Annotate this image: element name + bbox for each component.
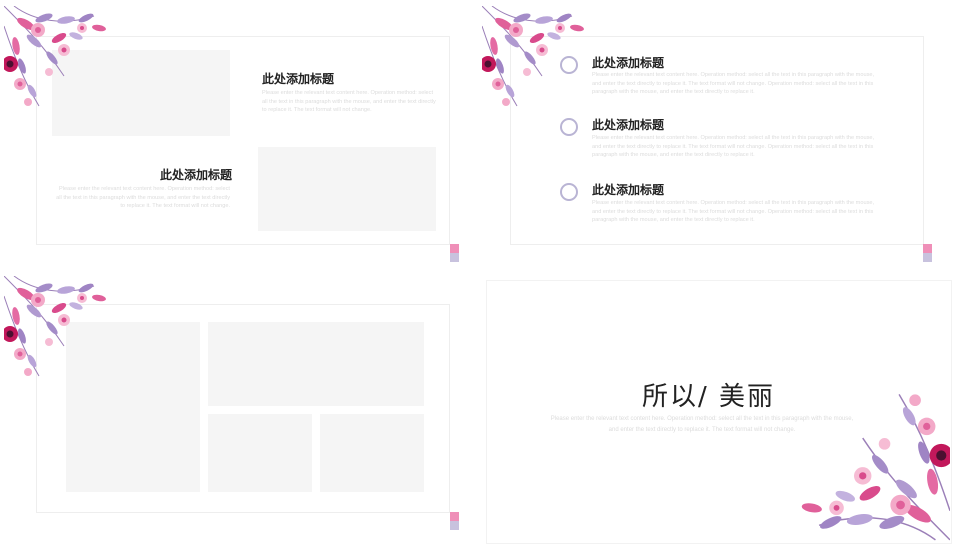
accent-square-lavender: [450, 521, 459, 530]
image-placeholder[interactable]: [320, 414, 424, 492]
image-placeholder[interactable]: [258, 147, 436, 231]
item-body: Please enter the relevant text content h…: [592, 135, 875, 158]
section-title: 此处添加标题: [262, 72, 335, 86]
item-body: Please enter the relevant text content h…: [592, 72, 875, 95]
section-body: Please enter the relevant text content h…: [262, 90, 436, 113]
accent-square-pink: [450, 244, 459, 253]
item-title: 此处添加标题: [592, 118, 665, 132]
floral-corner-decoration: [482, 6, 585, 107]
accent-square-lavender: [450, 253, 459, 262]
section-body: Please enter the relevant text content h…: [56, 186, 230, 209]
item-title: 此处添加标题: [592, 183, 665, 197]
accent-square-pink: [450, 512, 459, 521]
accent-square-lavender: [923, 253, 932, 262]
slide-1[interactable]: 此处添加标题 Please enter the relevant text co…: [0, 0, 478, 270]
floral-corner-decoration: [4, 6, 107, 107]
item-body: Please enter the relevant text content h…: [592, 200, 875, 223]
slide-title: 所以/ 美丽: [642, 382, 776, 412]
slide-4[interactable]: 所以/ 美丽 Please enter the relevant text co…: [482, 274, 960, 548]
floral-corner-decoration: [4, 276, 107, 377]
accent-square-pink: [923, 244, 932, 253]
ring-circle-icon: [560, 183, 578, 201]
floral-corner-decoration: [800, 393, 950, 541]
item-title: 此处添加标题: [592, 56, 665, 70]
section-title: 此处添加标题: [160, 168, 233, 182]
image-placeholder[interactable]: [208, 414, 312, 492]
ring-circle-icon: [560, 118, 578, 136]
slide-3[interactable]: [0, 274, 478, 548]
slide-2[interactable]: 此处添加标题 Please enter the relevant text co…: [482, 0, 960, 270]
image-placeholder[interactable]: [208, 322, 424, 406]
